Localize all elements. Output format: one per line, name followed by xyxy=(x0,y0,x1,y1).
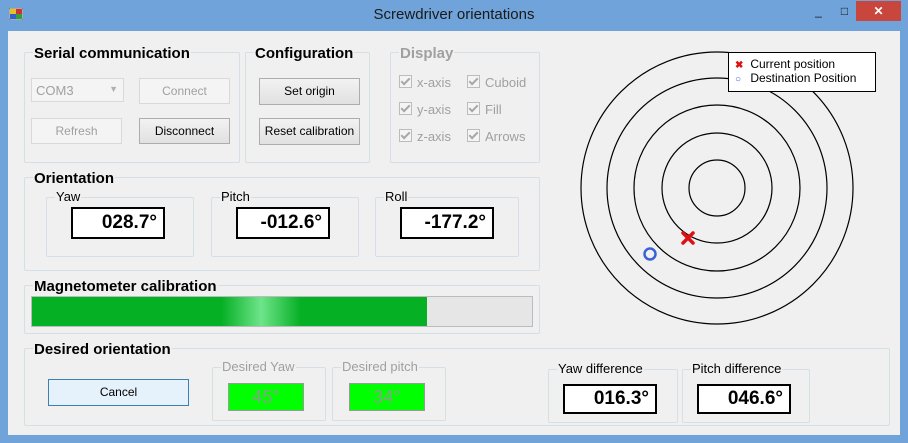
checkbox-check-icon xyxy=(467,102,480,115)
legend-current-label: Current position xyxy=(750,57,836,71)
y-axis-checkbox[interactable]: y-axis xyxy=(399,102,451,117)
x-mark-icon: ✖ xyxy=(735,60,744,71)
configuration-group: Configuration xyxy=(245,45,370,163)
magnetometer-title: Magnetometer calibration xyxy=(33,278,218,295)
legend-destination-label: Destination Position xyxy=(750,71,857,85)
x-axis-checkbox[interactable]: x-axis xyxy=(399,75,451,90)
orientation-title: Orientation xyxy=(33,170,116,187)
refresh-button[interactable]: Refresh xyxy=(31,118,122,144)
ring-4 xyxy=(606,77,828,299)
cancel-button[interactable]: Cancel xyxy=(48,379,189,406)
desired-orientation-title: Desired orientation xyxy=(33,341,172,358)
x-axis-label: x-axis xyxy=(417,75,451,90)
arrows-checkbox[interactable]: Arrows xyxy=(467,129,525,144)
ring-2 xyxy=(661,132,773,244)
minimize-button[interactable]: _ xyxy=(805,1,832,21)
yaw-label: Yaw xyxy=(55,189,82,204)
fill-label: Fill xyxy=(485,102,502,117)
port-select-value: COM3 xyxy=(36,83,74,98)
yaw-value: 028.7° xyxy=(71,207,165,239)
desired-yaw-label: Desired Yaw xyxy=(221,359,296,374)
plot-legend: ✖ Current position ○ Destination Positio… xyxy=(728,52,876,92)
cuboid-checkbox[interactable]: Cuboid xyxy=(467,75,526,90)
app-window: Screwdriver orientations _ □ ✕ Serial co… xyxy=(0,0,908,443)
magnetometer-progress-bar xyxy=(31,296,533,327)
arrows-label: Arrows xyxy=(485,129,526,144)
cuboid-label: Cuboid xyxy=(485,75,527,90)
checkbox-check-icon xyxy=(399,75,412,88)
fill-checkbox[interactable]: Fill xyxy=(467,102,502,117)
port-select[interactable]: COM3 ▼ xyxy=(31,78,124,102)
roll-label: Roll xyxy=(384,189,409,204)
checkbox-check-icon xyxy=(467,129,480,142)
pitch-difference-label: Pitch difference xyxy=(691,361,783,376)
serial-communication-title: Serial communication xyxy=(33,45,191,62)
z-axis-label: z-axis xyxy=(417,129,451,144)
maximize-button[interactable]: □ xyxy=(831,1,858,21)
pitch-value: -012.6° xyxy=(236,207,330,239)
disconnect-button[interactable]: Disconnect xyxy=(139,118,230,144)
circle-icon: ○ xyxy=(735,74,742,85)
ring-inner xyxy=(688,159,746,217)
set-origin-button[interactable]: Set origin xyxy=(259,78,360,105)
desired-yaw-value: 45° xyxy=(228,383,304,411)
reset-calibration-button[interactable]: Reset calibration xyxy=(259,118,360,145)
configuration-title: Configuration xyxy=(254,45,355,62)
chevron-down-icon: ▼ xyxy=(109,84,118,94)
yaw-difference-label: Yaw difference xyxy=(557,361,644,376)
desired-pitch-value: 34° xyxy=(349,383,425,411)
pitch-difference-value: 046.6° xyxy=(697,384,791,414)
progress-fill xyxy=(32,297,427,326)
legend-current: ✖ Current position xyxy=(735,57,835,71)
pitch-label: Pitch xyxy=(220,189,251,204)
legend-destination: ○ Destination Position xyxy=(735,71,856,85)
display-title: Display xyxy=(399,45,455,62)
ring-3 xyxy=(633,104,801,272)
desired-pitch-label: Desired pitch xyxy=(341,359,419,374)
z-axis-checkbox[interactable]: z-axis xyxy=(399,129,451,144)
close-button[interactable]: ✕ xyxy=(856,1,901,21)
y-axis-label: y-axis xyxy=(417,102,451,117)
roll-value: -177.2° xyxy=(400,207,494,239)
connect-button[interactable]: Connect xyxy=(139,78,230,104)
destination-position-marker xyxy=(643,247,657,261)
checkbox-check-icon xyxy=(399,102,412,115)
ring-outer xyxy=(580,51,854,325)
serial-communication-group: Serial communication xyxy=(24,45,240,163)
checkbox-check-icon xyxy=(399,129,412,142)
checkbox-check-icon xyxy=(467,75,480,88)
yaw-difference-value: 016.3° xyxy=(563,384,657,414)
